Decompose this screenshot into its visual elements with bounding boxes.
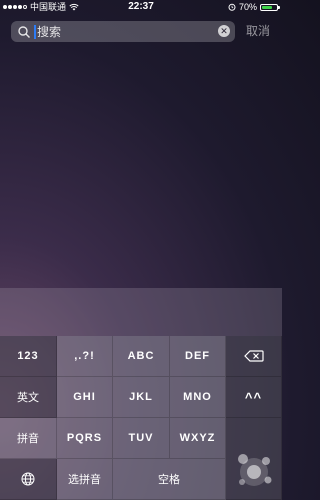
key-wxyz[interactable]: WXYZ [170, 418, 226, 459]
clear-icon[interactable]: ✕ [218, 25, 230, 37]
globe-icon [21, 472, 35, 486]
status-bar: 中国联通 22:37 70% [0, 0, 282, 14]
key-globe[interactable] [0, 459, 57, 500]
cancel-button[interactable]: 取消 [246, 21, 270, 42]
watermark-logo [238, 454, 272, 486]
alarm-icon [228, 3, 236, 11]
key-space[interactable]: 空格 [113, 459, 226, 500]
search-icon [18, 25, 30, 38]
battery-icon [260, 3, 280, 11]
key-abc[interactable]: ABC [113, 336, 170, 377]
key-ghi[interactable]: GHI [57, 377, 113, 418]
key-tuv[interactable]: TUV [113, 418, 170, 459]
key-numbers[interactable]: 123 [0, 336, 57, 377]
key-pinyin[interactable]: 拼音 [0, 418, 57, 459]
suggestion-strip [0, 288, 282, 336]
key-english[interactable]: 英文 [0, 377, 57, 418]
key-pqrs[interactable]: PQRS [57, 418, 113, 459]
battery-percent: 70% [238, 2, 257, 12]
backspace-icon [243, 350, 264, 362]
key-punctuation[interactable]: ,.?! [57, 336, 113, 377]
key-mno[interactable]: MNO [170, 377, 226, 418]
search-input[interactable] [36, 24, 207, 39]
key-select-pinyin[interactable]: 选拼音 [57, 459, 113, 500]
status-right: 70% [228, 0, 280, 14]
search-bar[interactable]: ✕ [11, 21, 235, 42]
key-emoticon[interactable]: ^^ [226, 377, 282, 418]
key-def[interactable]: DEF [170, 336, 226, 377]
key-jkl[interactable]: JKL [113, 377, 170, 418]
key-delete[interactable] [226, 336, 282, 377]
battery-fill [262, 5, 272, 9]
